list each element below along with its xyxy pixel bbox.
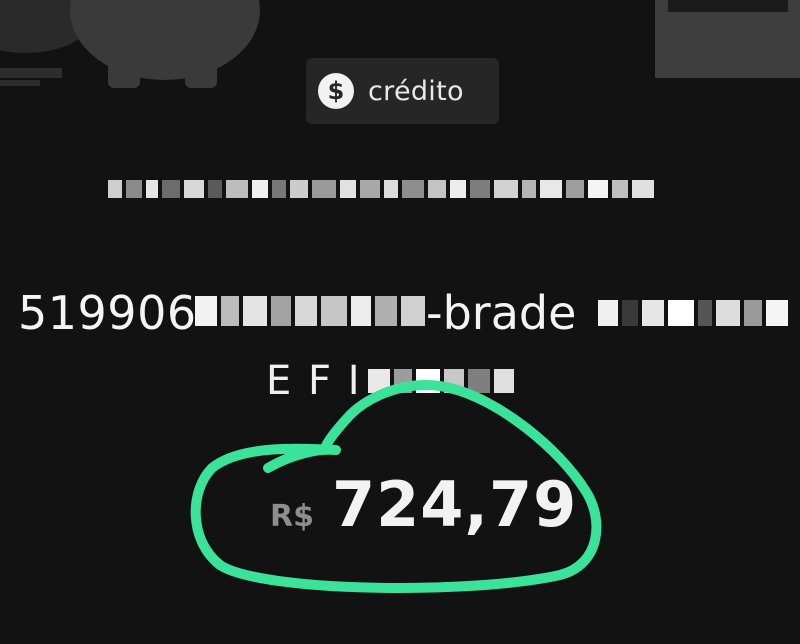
transaction-detail-screen: $ crédito 519906 -brade E F I R$ 724,79	[0, 0, 800, 644]
header-card-slot	[668, 0, 788, 12]
dollar-circle-icon: $	[318, 73, 354, 109]
transaction-description-line2: E F I	[266, 358, 518, 404]
redacted-title	[108, 180, 658, 198]
illustration-piggy-leg-1	[108, 62, 140, 88]
illustration-line-2	[0, 80, 40, 86]
transaction-amount: R$ 724,79	[270, 468, 577, 541]
redacted-description-mid	[195, 296, 429, 326]
redacted-description-end	[598, 300, 792, 326]
transaction-description-mid: -brade	[426, 286, 577, 340]
credit-label: crédito	[368, 75, 464, 107]
illustration-line-1	[0, 68, 62, 78]
transaction-description-start: 519906	[18, 286, 197, 340]
illustration-piggy-body	[70, 0, 260, 80]
illustration-piggy-leg-2	[185, 62, 217, 88]
currency-symbol: R$	[270, 499, 314, 534]
description-line2-text: E F I	[266, 358, 362, 404]
amount-value: 724,79	[331, 468, 578, 541]
credit-badge: $ crédito	[306, 58, 499, 124]
